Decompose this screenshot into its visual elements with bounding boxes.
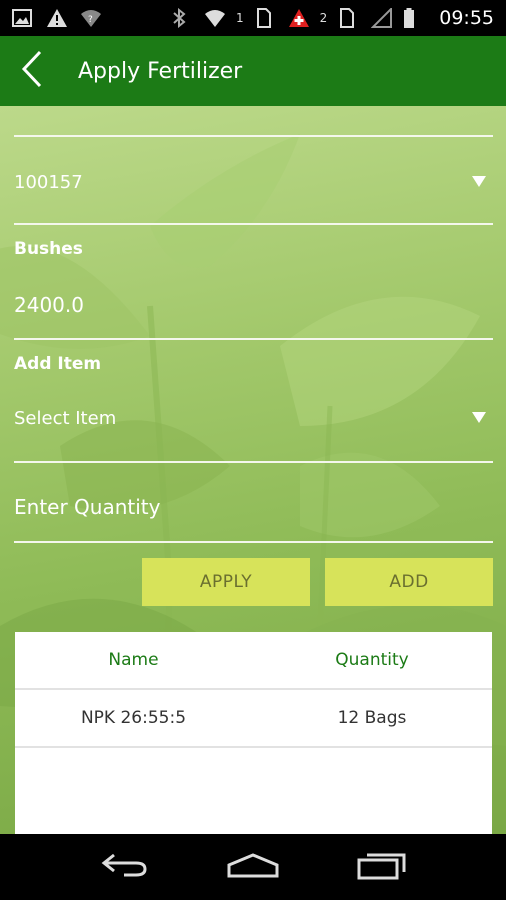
- items-table: Name Quantity NPK 26:55:5 12 Bags: [15, 632, 492, 834]
- sim1-icon: [256, 8, 276, 28]
- navigation-bar: [0, 834, 506, 900]
- bushes-field[interactable]: 2400.0: [14, 293, 84, 317]
- divider: [14, 135, 493, 137]
- triangle-down-icon[interactable]: [472, 412, 486, 423]
- nav-home-button[interactable]: [223, 847, 283, 887]
- image-notification-icon: [12, 8, 32, 28]
- table-header: Name Quantity: [15, 632, 492, 690]
- wifi-question-icon: ?: [80, 8, 101, 28]
- apply-button[interactable]: APPLY: [142, 558, 310, 606]
- battery-icon: [403, 8, 423, 28]
- status-time: 09:55: [439, 7, 494, 29]
- warning-icon: [46, 8, 67, 28]
- bluetooth-icon: [172, 7, 192, 29]
- back-arrow-icon: [100, 852, 148, 882]
- triangle-down-icon[interactable]: [472, 176, 486, 187]
- home-icon: [226, 852, 280, 882]
- add-button[interactable]: ADD: [325, 558, 493, 606]
- add-item-label: Add Item: [14, 354, 102, 374]
- divider: [14, 541, 493, 543]
- nav-recents-button[interactable]: [352, 847, 412, 887]
- cell-name: NPK 26:55:5: [80, 708, 187, 728]
- bushes-label: Bushes: [14, 239, 83, 259]
- back-button[interactable]: [0, 36, 64, 106]
- svg-text:?: ?: [88, 15, 93, 25]
- nav-back-button[interactable]: [94, 847, 154, 887]
- quantity-input[interactable]: Enter Quantity: [14, 495, 160, 519]
- divider: [14, 461, 493, 463]
- status-bar: ? 1 2 09:55: [0, 0, 506, 36]
- sim1-indicator: 1: [235, 11, 244, 25]
- chevron-left-icon: [21, 50, 43, 92]
- recents-icon: [357, 850, 407, 884]
- divider: [14, 223, 493, 225]
- form-area: 100157 Bushes 2400.0 Add Item Select Ite…: [0, 106, 506, 834]
- item-select[interactable]: Select Item: [14, 408, 116, 429]
- divider: [14, 338, 493, 340]
- block-select-value[interactable]: 100157: [14, 172, 83, 193]
- table-row[interactable]: NPK 26:55:5 12 Bags: [15, 690, 492, 748]
- cell-quantity: 12 Bags: [337, 708, 407, 728]
- page-title: Apply Fertilizer: [78, 58, 243, 84]
- swiss-flag-icon: [288, 8, 309, 28]
- wifi-icon: [204, 8, 225, 28]
- column-header-quantity: Quantity: [335, 650, 409, 670]
- app-bar: Apply Fertilizer: [0, 36, 506, 106]
- column-header-name: Name: [108, 650, 159, 670]
- signal-icon: [370, 6, 393, 28]
- sim2-icon: [339, 8, 359, 28]
- sim2-indicator: 2: [319, 11, 328, 25]
